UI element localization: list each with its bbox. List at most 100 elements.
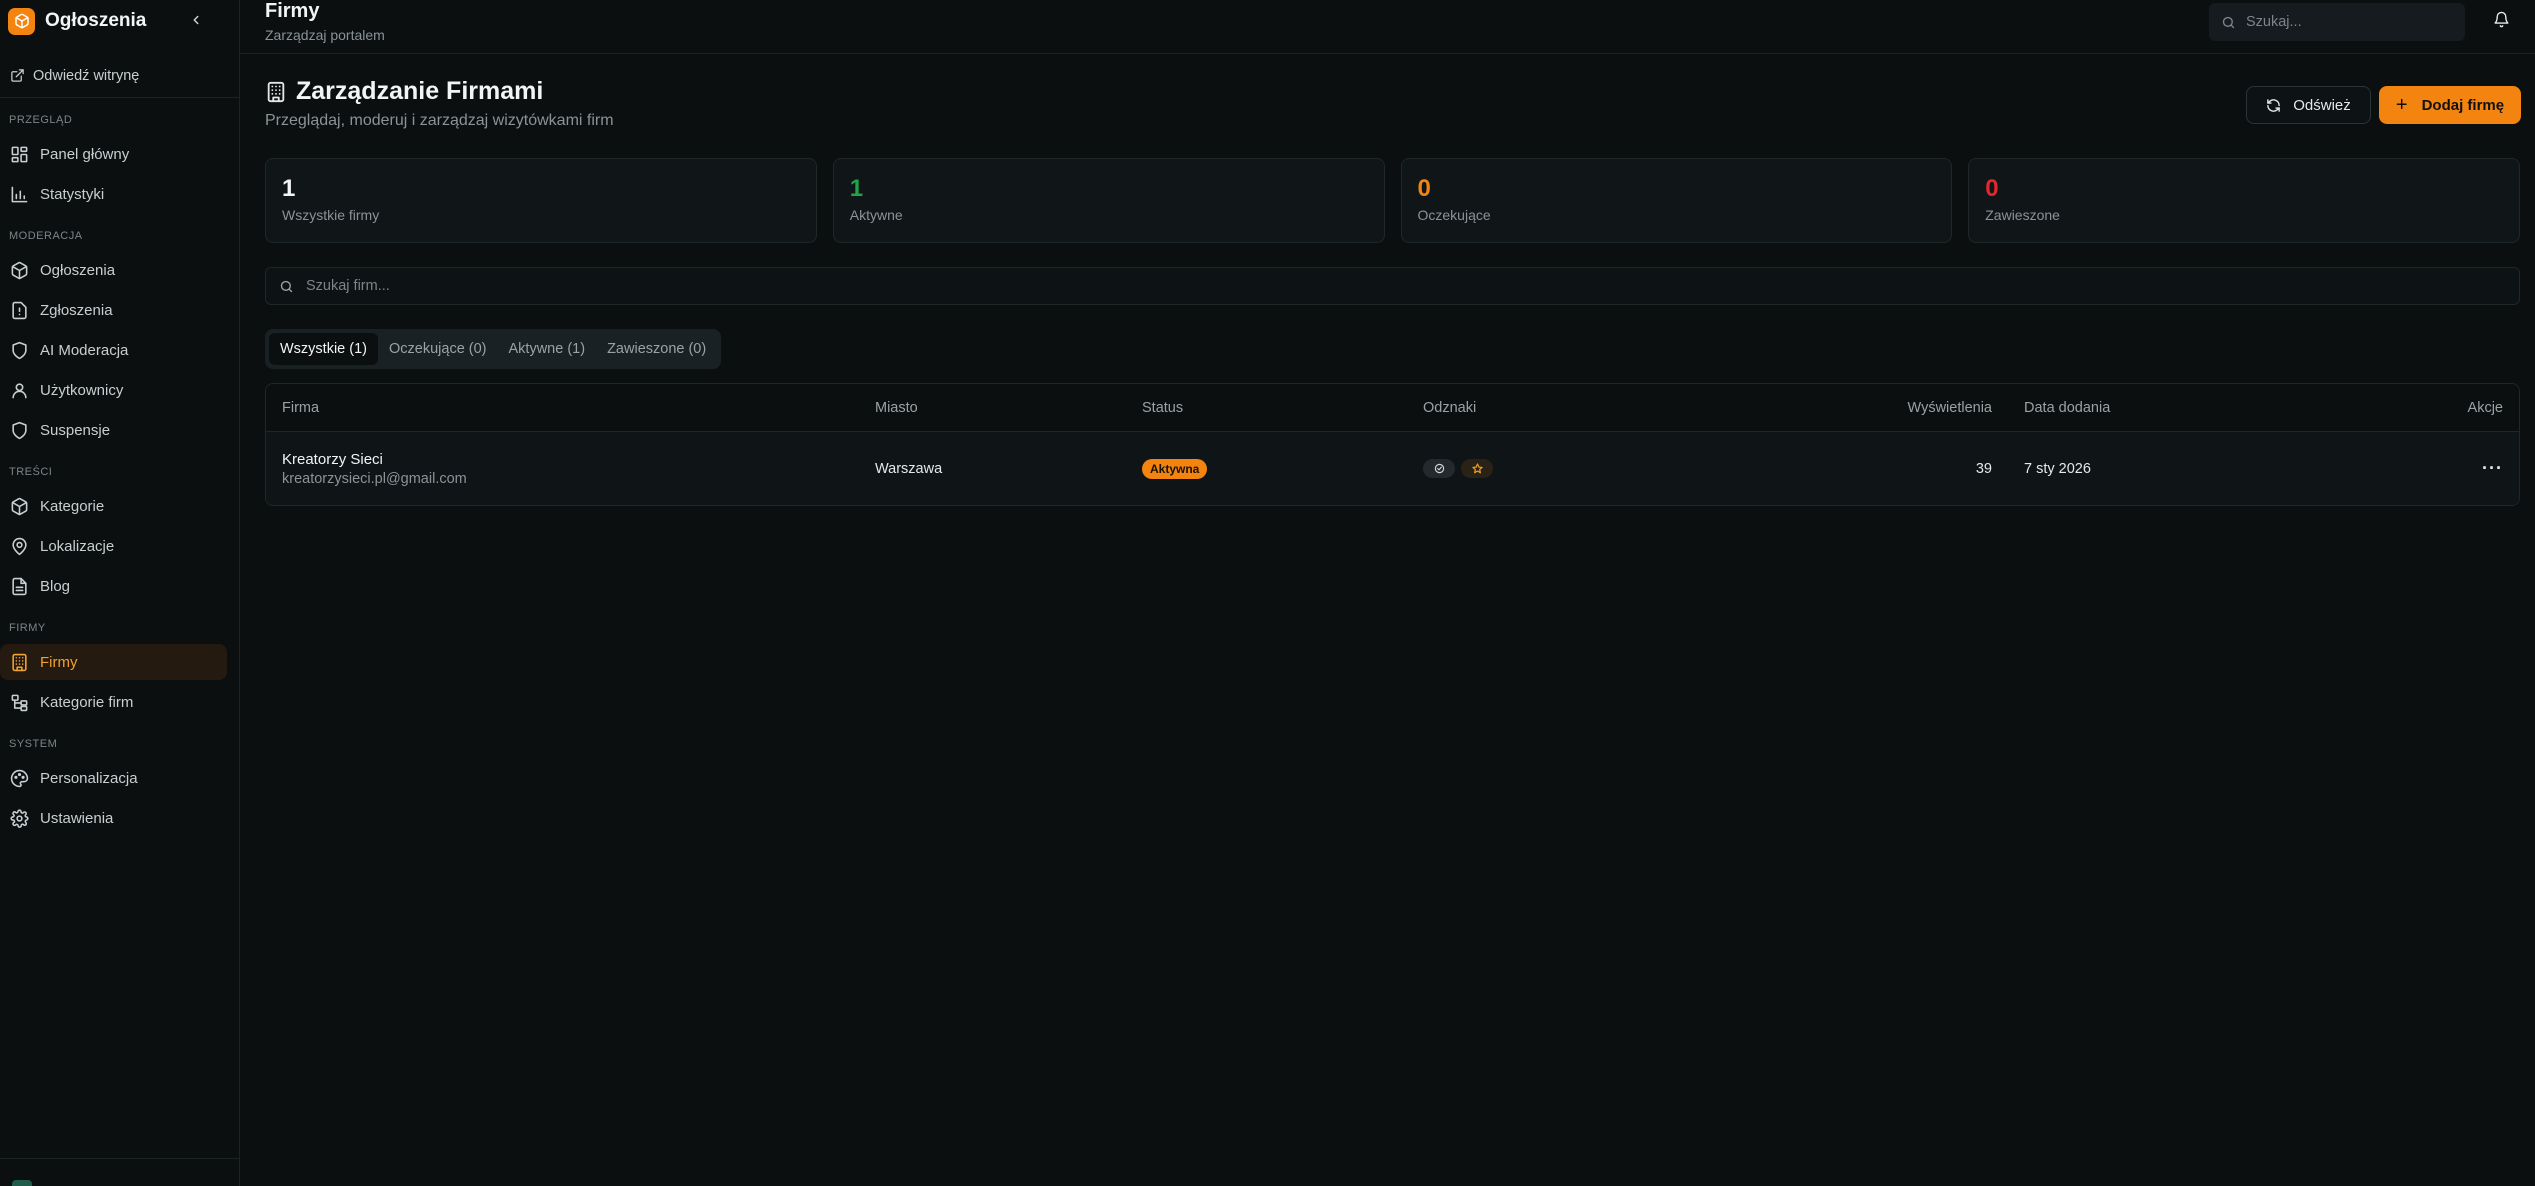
more-horizontal-icon: ··· [2482, 458, 2503, 478]
status-cell: Aktywna [1142, 432, 1208, 505]
shield-icon [12, 421, 27, 439]
stat-label: Wszystkie firmy [282, 207, 380, 223]
section-label-moderacja: MODERACJA [9, 230, 83, 242]
badges-cell [1423, 432, 1499, 505]
stat-label: Oczekujące [1417, 207, 1491, 223]
table-header: Firma Miasto Status Odznaki Wyświetlenia… [266, 384, 2519, 432]
company-search-placeholder: Szukaj firm... [306, 278, 390, 294]
bell-icon [2494, 11, 2509, 28]
tab-all[interactable]: Wszystkie (1) [269, 333, 378, 365]
stat-value: 1 [849, 175, 864, 202]
palette-icon [10, 769, 29, 787]
stat-card-suspended: 0 Zawieszone [1968, 158, 2520, 243]
add-company-label: Dodaj firmę [2421, 96, 2505, 114]
page-header-subtitle: Zarządzaj portalem [265, 27, 385, 43]
collapse-sidebar-button[interactable] [189, 11, 203, 32]
search-icon [2222, 16, 2235, 28]
stat-card-pending: 0 Oczekujące [1400, 158, 1953, 243]
sidebar-item-label: AI Moderacja [40, 341, 129, 359]
main-content: Zarządzanie Firmami Przeglądaj, moderuj … [265, 54, 2521, 506]
global-search-input[interactable]: Szukaj... [2209, 3, 2465, 41]
sidebar-item-label: Ogłoszenia [40, 261, 116, 279]
avatar[interactable] [12, 1180, 32, 1186]
notifications-button[interactable] [2493, 11, 2510, 32]
sidebar-item-label: Ustawienia [40, 809, 114, 827]
sidebar-item-label: Panel główny [40, 145, 130, 163]
sidebar-item-personalizacja[interactable]: Personalizacja [0, 760, 227, 796]
package-icon [8, 7, 35, 35]
refresh-icon [2267, 98, 2281, 112]
refresh-label: Odśwież [2293, 96, 2351, 114]
app-name: Ogłoszenia [45, 10, 147, 31]
tab-pending[interactable]: Oczekujące (0) [378, 333, 498, 365]
status-badge: Aktywna [1142, 458, 1208, 479]
gear-icon [10, 808, 29, 828]
column-header-miasto: Miasto [875, 399, 918, 416]
refresh-button[interactable]: Odśwież [2246, 86, 2371, 124]
column-header-odznaki: Odznaki [1423, 399, 1477, 416]
sidebar-item-label: Lokalizacje [40, 537, 115, 555]
sidebar-item-kategorie[interactable]: Kategorie [0, 488, 227, 524]
sidebar-item-ogloszenia[interactable]: Ogłoszenia [0, 252, 227, 288]
sidebar-item-label: Statystyki [40, 185, 105, 203]
stat-card-active: 1 Aktywne [832, 158, 1385, 243]
column-header-data-dodania: Data dodania [2024, 399, 2111, 416]
page-title: Zarządzanie Firmami [265, 77, 543, 106]
building-icon [12, 653, 27, 671]
sidebar: Ogłoszenia Odwiedź witrynę PRZEGLĄD Pane… [0, 0, 240, 1186]
sidebar-item-label: Zgłoszenia [40, 301, 113, 319]
sidebar-item-statystyki[interactable]: Statystyki [0, 176, 227, 212]
sidebar-item-suspensje[interactable]: Suspensje [0, 412, 227, 448]
company-search-input[interactable]: Szukaj firm... [265, 267, 2520, 305]
shield-icon [12, 341, 27, 359]
star-icon[interactable] [1461, 459, 1493, 478]
stat-card-all: 1 Wszystkie firmy [265, 158, 817, 243]
sidebar-item-label: Kategorie firm [40, 693, 134, 711]
sidebar-item-panel-glowny[interactable]: Panel główny [0, 136, 227, 172]
add-company-button[interactable]: + Dodaj firmę [2379, 86, 2521, 124]
column-header-wyswietlenia: Wyświetlenia [1907, 399, 1992, 416]
verified-icon[interactable] [1423, 459, 1455, 478]
sidebar-item-uzytkownicy[interactable]: Użytkownicy [0, 372, 227, 408]
section-label-przeglad: PRZEGLĄD [9, 114, 73, 126]
topbar: Firmy Zarządzaj portalem Szukaj... [240, 0, 2535, 54]
page-header-title: Firmy [265, 0, 320, 22]
sidebar-item-lokalizacje[interactable]: Lokalizacje [0, 528, 227, 564]
dashboard-icon [11, 146, 28, 162]
package-icon [11, 497, 28, 515]
company-date-added: 7 sty 2026 [2024, 460, 2091, 477]
stat-value: 1 [282, 175, 296, 202]
sidebar-item-label: Firmy [40, 653, 78, 671]
sidebar-item-ustawienia[interactable]: Ustawienia [0, 800, 227, 836]
stat-label: Zawieszone [1985, 207, 2060, 223]
company-name[interactable]: Kreatorzy Sieci [282, 451, 383, 468]
company-city: Warszawa [875, 460, 943, 477]
page-head: Zarządzanie Firmami Przeglądaj, moderuj … [265, 54, 2521, 154]
visit-site-link[interactable]: Odwiedź witrynę [0, 62, 239, 98]
sidebar-footer [0, 1158, 239, 1186]
package-icon [11, 261, 28, 279]
sidebar-item-ai-moderacja[interactable]: AI Moderacja [0, 332, 227, 368]
user-icon [12, 382, 27, 398]
bar-chart-icon [11, 186, 28, 202]
sidebar-item-zgloszenia[interactable]: Zgłoszenia [0, 292, 227, 328]
search-icon [280, 280, 293, 292]
page-description: Przeglądaj, moderuj i zarządzaj wizytówk… [265, 112, 614, 129]
brand: Ogłoszenia [0, 0, 239, 42]
company-cell: Kreatorzy Sieci kreatorzysieci.pl@gmail.… [282, 432, 467, 505]
sidebar-item-label: Blog [40, 577, 71, 595]
map-pin-icon [12, 537, 27, 555]
report-icon [12, 301, 27, 319]
table-row[interactable]: Kreatorzy Sieci kreatorzysieci.pl@gmail.… [266, 432, 2519, 505]
sidebar-item-blog[interactable]: Blog [0, 568, 227, 604]
plus-icon: + [2395, 93, 2408, 116]
row-actions-button[interactable]: ··· [2482, 432, 2503, 505]
tab-suspended[interactable]: Zawieszone (0) [596, 333, 717, 365]
sidebar-item-label: Kategorie [40, 497, 105, 515]
sidebar-item-firmy[interactable]: Firmy [0, 644, 227, 680]
tab-active[interactable]: Aktywne (1) [498, 333, 597, 365]
sidebar-item-kategorie-firm[interactable]: Kategorie firm [0, 684, 227, 720]
column-header-firma: Firma [282, 399, 320, 416]
chevron-left-icon [193, 15, 199, 24]
section-label-system: SYSTEM [9, 738, 58, 750]
